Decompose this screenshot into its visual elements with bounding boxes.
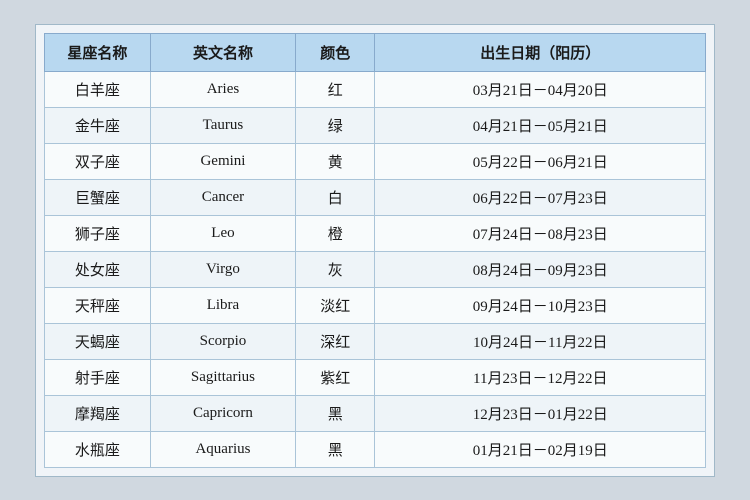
table-row: 摩羯座Capricorn黑12月23日－01月22日 xyxy=(45,395,706,431)
table-row: 白羊座Aries红03月21日－04月20日 xyxy=(45,71,706,107)
cell-english-name: Aquarius xyxy=(150,431,295,467)
cell-chinese-name: 双子座 xyxy=(45,143,151,179)
cell-color: 深红 xyxy=(296,323,375,359)
cell-color: 淡红 xyxy=(296,287,375,323)
cell-color: 绿 xyxy=(296,107,375,143)
cell-english-name: Taurus xyxy=(150,107,295,143)
cell-color: 红 xyxy=(296,71,375,107)
cell-chinese-name: 射手座 xyxy=(45,359,151,395)
cell-color: 紫红 xyxy=(296,359,375,395)
cell-date: 04月21日－05月21日 xyxy=(375,107,706,143)
cell-date: 05月22日－06月21日 xyxy=(375,143,706,179)
header-english-name: 英文名称 xyxy=(150,33,295,71)
cell-english-name: Capricorn xyxy=(150,395,295,431)
cell-color: 黄 xyxy=(296,143,375,179)
header-date: 出生日期（阳历） xyxy=(375,33,706,71)
cell-english-name: Scorpio xyxy=(150,323,295,359)
cell-color: 灰 xyxy=(296,251,375,287)
cell-color: 橙 xyxy=(296,215,375,251)
header-color: 颜色 xyxy=(296,33,375,71)
cell-english-name: Sagittarius xyxy=(150,359,295,395)
cell-chinese-name: 狮子座 xyxy=(45,215,151,251)
cell-color: 白 xyxy=(296,179,375,215)
cell-chinese-name: 天秤座 xyxy=(45,287,151,323)
table-row: 处女座Virgo灰08月24日－09月23日 xyxy=(45,251,706,287)
cell-chinese-name: 金牛座 xyxy=(45,107,151,143)
cell-english-name: Virgo xyxy=(150,251,295,287)
table-header-row: 星座名称 英文名称 颜色 出生日期（阳历） xyxy=(45,33,706,71)
cell-color: 黑 xyxy=(296,431,375,467)
cell-english-name: Cancer xyxy=(150,179,295,215)
table-row: 狮子座Leo橙07月24日－08月23日 xyxy=(45,215,706,251)
cell-english-name: Gemini xyxy=(150,143,295,179)
header-chinese-name: 星座名称 xyxy=(45,33,151,71)
cell-date: 10月24日－11月22日 xyxy=(375,323,706,359)
cell-date: 08月24日－09月23日 xyxy=(375,251,706,287)
table-row: 射手座Sagittarius紫红11月23日－12月22日 xyxy=(45,359,706,395)
cell-date: 06月22日－07月23日 xyxy=(375,179,706,215)
cell-date: 11月23日－12月22日 xyxy=(375,359,706,395)
cell-date: 12月23日－01月22日 xyxy=(375,395,706,431)
table-row: 双子座Gemini黄05月22日－06月21日 xyxy=(45,143,706,179)
table-row: 金牛座Taurus绿04月21日－05月21日 xyxy=(45,107,706,143)
cell-english-name: Aries xyxy=(150,71,295,107)
table-body: 白羊座Aries红03月21日－04月20日金牛座Taurus绿04月21日－0… xyxy=(45,71,706,467)
cell-chinese-name: 摩羯座 xyxy=(45,395,151,431)
cell-chinese-name: 天蝎座 xyxy=(45,323,151,359)
table-row: 天蝎座Scorpio深红10月24日－11月22日 xyxy=(45,323,706,359)
cell-english-name: Libra xyxy=(150,287,295,323)
table-row: 巨蟹座Cancer白06月22日－07月23日 xyxy=(45,179,706,215)
cell-chinese-name: 白羊座 xyxy=(45,71,151,107)
table-row: 天秤座Libra淡红09月24日－10月23日 xyxy=(45,287,706,323)
table-row: 水瓶座Aquarius黑01月21日－02月19日 xyxy=(45,431,706,467)
cell-chinese-name: 水瓶座 xyxy=(45,431,151,467)
cell-chinese-name: 巨蟹座 xyxy=(45,179,151,215)
cell-english-name: Leo xyxy=(150,215,295,251)
cell-chinese-name: 处女座 xyxy=(45,251,151,287)
cell-date: 07月24日－08月23日 xyxy=(375,215,706,251)
cell-date: 09月24日－10月23日 xyxy=(375,287,706,323)
cell-date: 03月21日－04月20日 xyxy=(375,71,706,107)
cell-date: 01月21日－02月19日 xyxy=(375,431,706,467)
zodiac-table: 星座名称 英文名称 颜色 出生日期（阳历） 白羊座Aries红03月21日－04… xyxy=(44,33,706,468)
cell-color: 黑 xyxy=(296,395,375,431)
zodiac-table-container: 星座名称 英文名称 颜色 出生日期（阳历） 白羊座Aries红03月21日－04… xyxy=(35,24,715,477)
